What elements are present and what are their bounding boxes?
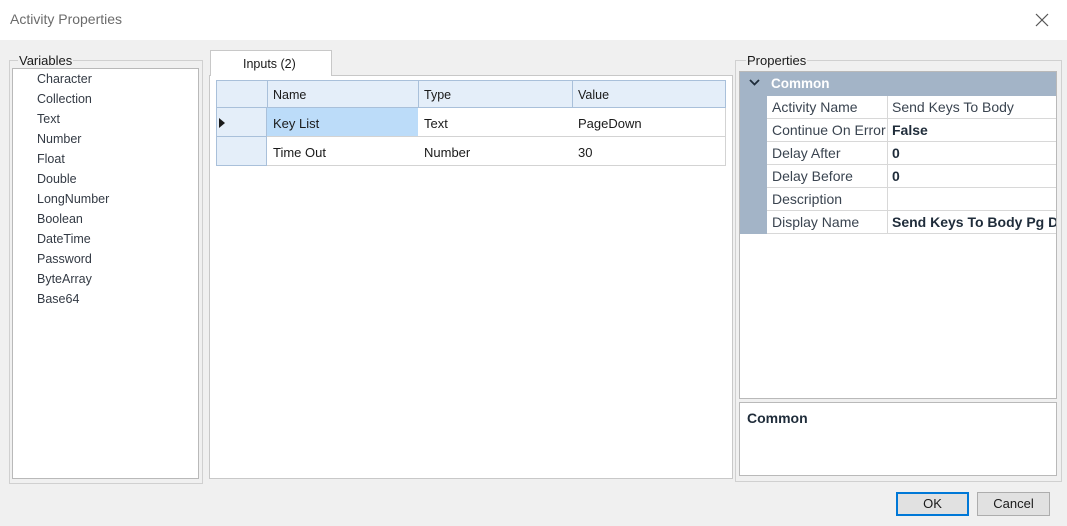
row-pointer-icon	[219, 118, 225, 128]
column-header-type[interactable]: Type	[418, 80, 573, 108]
variable-item[interactable]: LongNumber	[37, 192, 109, 206]
title-bar: Activity Properties	[0, 0, 1067, 40]
column-header-label: Type	[424, 88, 452, 102]
column-header-label: Value	[578, 88, 610, 102]
column-header-name[interactable]: Name	[267, 80, 419, 108]
property-row[interactable]: Delay After 0	[767, 142, 1056, 165]
tab-inputs[interactable]: Inputs (2)	[210, 50, 332, 76]
property-name: Display Name	[772, 214, 860, 230]
category-gutter	[740, 96, 767, 234]
property-name: Activity Name	[772, 99, 858, 115]
description-title: Common	[747, 410, 808, 426]
ok-button[interactable]: OK	[896, 492, 969, 516]
row-header[interactable]	[216, 137, 267, 166]
grid-corner-header	[216, 80, 268, 108]
close-button[interactable]	[1026, 6, 1058, 34]
variable-item[interactable]: DateTime	[37, 232, 91, 246]
variable-item[interactable]: Text	[37, 112, 60, 126]
property-value[interactable]: False	[892, 122, 928, 138]
property-value[interactable]: Send Keys To Body	[892, 99, 1014, 115]
property-value[interactable]: 0	[892, 145, 900, 161]
property-row[interactable]: Delay Before 0	[767, 165, 1056, 188]
property-row[interactable]: Continue On Error False	[767, 119, 1056, 142]
property-name: Description	[772, 191, 843, 207]
chevron-down-icon[interactable]	[749, 77, 760, 88]
row-header[interactable]	[216, 108, 267, 137]
variable-item[interactable]: Password	[37, 252, 92, 266]
tab-inputs-label: Inputs (2)	[243, 57, 296, 71]
cell-name[interactable]: Time Out	[267, 137, 419, 166]
variable-item[interactable]: Character	[37, 72, 92, 86]
property-description-panel: Common	[739, 402, 1057, 476]
cell-name[interactable]: Key List	[267, 108, 419, 137]
property-name: Continue On Error	[772, 122, 886, 138]
property-row[interactable]: Activity Name Send Keys To Body	[767, 96, 1056, 119]
property-row[interactable]: Display Name Send Keys To Body Pg Dn	[767, 211, 1056, 234]
cell-type[interactable]: Number	[418, 137, 573, 166]
variable-item[interactable]: Boolean	[37, 212, 83, 226]
inputs-grid: Name Type Value Key List Text PageDown T…	[216, 80, 726, 166]
column-header-value[interactable]: Value	[572, 80, 726, 108]
property-row[interactable]: Description	[767, 188, 1056, 211]
cell-text: Number	[424, 145, 471, 160]
cell-text: Text	[424, 116, 448, 131]
property-value[interactable]: Send Keys To Body Pg Dn	[892, 214, 1056, 230]
column-header-label: Name	[273, 88, 307, 102]
cell-value[interactable]: 30	[572, 137, 726, 166]
variable-item[interactable]: ByteArray	[37, 272, 92, 286]
property-grid: Common Activity Name Send Keys To Body C…	[739, 71, 1057, 399]
variables-label: Variables	[18, 53, 74, 68]
close-icon	[1035, 13, 1049, 27]
variable-item[interactable]: Number	[37, 132, 81, 146]
cell-text: Time Out	[273, 145, 326, 160]
property-name: Delay Before	[772, 168, 853, 184]
window-title: Activity Properties	[10, 11, 123, 27]
category-common[interactable]: Common	[740, 72, 1056, 96]
cell-text: Key List	[273, 116, 320, 131]
properties-label: Properties	[746, 53, 808, 68]
variable-item[interactable]: Float	[37, 152, 65, 166]
variable-item[interactable]: Collection	[37, 92, 92, 106]
property-value[interactable]: 0	[892, 168, 900, 184]
cell-text: PageDown	[578, 116, 642, 131]
property-name: Delay After	[772, 145, 841, 161]
cancel-button[interactable]: Cancel	[977, 492, 1050, 516]
variable-item[interactable]: Base64	[37, 292, 79, 306]
cell-type[interactable]: Text	[418, 108, 573, 137]
category-label: Common	[771, 76, 830, 91]
variable-item[interactable]: Double	[37, 172, 77, 186]
cell-value[interactable]: PageDown	[572, 108, 726, 137]
cell-text: 30	[578, 145, 593, 160]
